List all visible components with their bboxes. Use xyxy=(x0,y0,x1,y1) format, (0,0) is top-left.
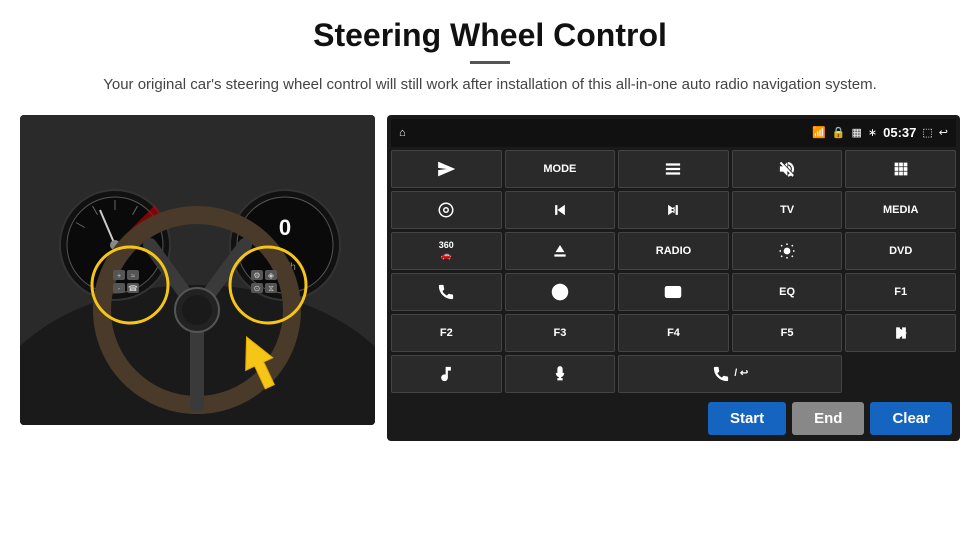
mic-button[interactable] xyxy=(505,355,616,393)
svg-text:◈: ◈ xyxy=(268,271,275,280)
page-header: Steering Wheel Control Your original car… xyxy=(0,0,980,107)
wifi-icon: 📶 xyxy=(812,126,826,139)
next-button[interactable] xyxy=(618,191,729,229)
status-time: 05:37 xyxy=(883,125,916,140)
back-icon[interactable]: ↩ xyxy=(939,126,948,139)
f5-button[interactable]: F5 xyxy=(732,314,843,352)
brightness-button[interactable] xyxy=(732,232,843,270)
f1-button[interactable]: F1 xyxy=(845,273,956,311)
apps-button[interactable] xyxy=(845,150,956,188)
page-subtitle: Your original car's steering wheel contr… xyxy=(40,74,940,97)
cam360-button[interactable]: 360🚗 xyxy=(391,232,502,270)
browse-button[interactable] xyxy=(505,273,616,311)
dvd-button[interactable]: DVD xyxy=(845,232,956,270)
bluetooth-icon: ∗ xyxy=(868,126,877,139)
f3-button[interactable]: F3 xyxy=(505,314,616,352)
list-button[interactable] xyxy=(618,150,729,188)
svg-text:☎: ☎ xyxy=(128,284,138,293)
music-button[interactable] xyxy=(391,355,502,393)
svg-text:+: + xyxy=(117,273,121,280)
tv-button[interactable]: TV xyxy=(732,191,843,229)
radio-button[interactable]: RADIO xyxy=(618,232,729,270)
svg-text:0: 0 xyxy=(279,215,291,240)
mode-button[interactable]: MODE xyxy=(505,150,616,188)
sd-icon: ▦ xyxy=(852,126,862,139)
start-button[interactable]: Start xyxy=(708,402,786,435)
home-icon[interactable]: ⌂ xyxy=(399,127,406,139)
playpause-button[interactable] xyxy=(845,314,956,352)
control-panel: ⌂ 📶 🔒 ▦ ∗ 05:37 ⬚ ↩ MODE xyxy=(387,115,960,441)
status-bar: ⌂ 📶 🔒 ▦ ∗ 05:37 ⬚ ↩ xyxy=(391,119,956,147)
page-title: Steering Wheel Control xyxy=(40,18,940,53)
lock-icon: 🔒 xyxy=(832,126,846,139)
settings-button[interactable] xyxy=(391,191,502,229)
clear-button[interactable]: Clear xyxy=(870,402,952,435)
bottom-bar: Start End Clear xyxy=(391,398,956,437)
steering-wheel-image: km/h 0 + ≈ - ☎ xyxy=(20,115,375,425)
window-icon: ⬚ xyxy=(922,126,932,139)
svg-text:⧖: ⧖ xyxy=(268,284,274,293)
phone-button[interactable] xyxy=(391,273,502,311)
media-button[interactable]: MEDIA xyxy=(845,191,956,229)
send-button[interactable] xyxy=(391,150,502,188)
svg-text:⊙: ⊙ xyxy=(254,284,261,293)
svg-text:≈: ≈ xyxy=(131,273,135,280)
title-divider xyxy=(470,61,510,64)
prev-button[interactable] xyxy=(505,191,616,229)
eject-button[interactable] xyxy=(505,232,616,270)
button-grid: MODE TV MEDIA 360🚗 xyxy=(391,150,956,393)
end-button[interactable]: End xyxy=(792,402,864,435)
phone-end-button[interactable]: / ↩ xyxy=(618,355,842,393)
screen-button[interactable] xyxy=(618,273,729,311)
f4-button[interactable]: F4 xyxy=(618,314,729,352)
eq-button[interactable]: EQ xyxy=(732,273,843,311)
f2-button[interactable]: F2 xyxy=(391,314,502,352)
svg-text:⚙: ⚙ xyxy=(253,271,260,280)
mute-button[interactable] xyxy=(732,150,843,188)
